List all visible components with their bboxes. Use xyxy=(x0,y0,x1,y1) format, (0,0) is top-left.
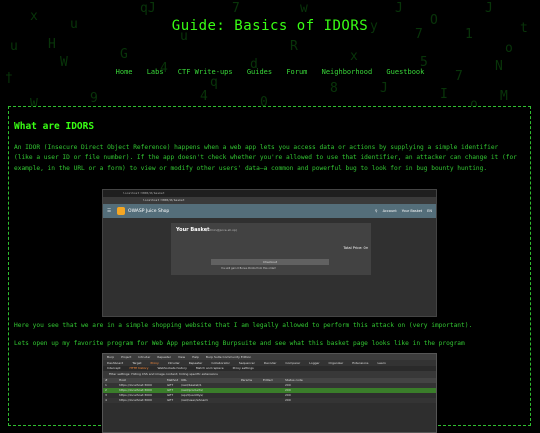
rain-glyph: 7 xyxy=(232,1,240,16)
nav-labs[interactable]: Labs xyxy=(147,68,164,76)
nav-ctf-write-ups[interactable]: CTF Write-ups xyxy=(178,68,233,76)
checkout-button: Checkout xyxy=(211,259,329,265)
rain-glyph: H xyxy=(48,37,56,52)
table-cell: GET xyxy=(167,398,174,402)
burp-menu-item: View xyxy=(177,355,186,359)
burp-menu-item: Project xyxy=(121,355,132,359)
burp-tab: Decoder xyxy=(263,361,277,365)
shop-paragraph: Here you see that we are in a simple sho… xyxy=(14,322,473,329)
juice-shop-body: Your Basket (admin@juice-sh.op) Total Pr… xyxy=(103,218,436,316)
rain-glyph: 8 xyxy=(330,81,338,96)
burp-menu-item: Intruder xyxy=(138,355,151,359)
burp-menu-item: Repeater xyxy=(157,355,172,359)
browser-tab: localhost:3000/#/basket xyxy=(103,190,436,197)
basket-user: (admin@juice-sh.op) xyxy=(206,228,238,232)
nav-home[interactable]: Home xyxy=(116,68,133,76)
burp-window-title: Burp Suite Community Edition xyxy=(205,355,252,359)
table-cell: 200 xyxy=(285,398,291,402)
burp-tab: Learn xyxy=(377,361,386,365)
table-cell: 4 xyxy=(105,398,107,402)
rain-glyph: I xyxy=(440,87,448,102)
juice-shop-logo xyxy=(117,207,126,215)
burp-tab: Dashboard xyxy=(107,361,124,365)
rain-glyph: M xyxy=(500,89,508,104)
basket-title: Your Basket xyxy=(176,227,210,233)
burp-paragraph: Lets open up my favorite program for Web… xyxy=(14,340,465,347)
nav-forum[interactable]: Forum xyxy=(286,68,307,76)
nav-guestbook[interactable]: Guestbook xyxy=(386,68,424,76)
basket-card: Your Basket (admin@juice-sh.op) Total Pr… xyxy=(171,223,371,275)
rain-glyph: x xyxy=(350,49,358,64)
bonus-note: You will gain 0 Bonus Points from this o… xyxy=(221,267,277,270)
juice-shop-screenshot: localhost:3000/#/basket localhost:3000/#… xyxy=(102,189,437,317)
burp-tab: Target xyxy=(132,361,142,365)
rain-glyph: 4 xyxy=(200,89,208,104)
burp-tab: Repeater xyxy=(188,361,203,365)
burp-tab: Sequencer xyxy=(238,361,255,365)
juice-shop-toolbar: ☰ OWASP Juice Shop ⚲ Account Your Basket… xyxy=(103,204,436,218)
burp-tab: Comparer xyxy=(285,361,301,365)
burp-tab: Intruder xyxy=(167,361,180,365)
toolbar-right: ⚲ Account Your Basket EN xyxy=(375,209,432,213)
table-cell xyxy=(241,398,263,403)
rain-glyph: qJ xyxy=(140,1,156,16)
menu-icon: ☰ xyxy=(107,208,112,214)
section-heading: What are IDORS xyxy=(14,121,95,132)
burp-subtab-active: HTTP history xyxy=(129,366,149,370)
rain-glyph: q xyxy=(210,75,218,90)
rain-glyph: o xyxy=(505,41,513,56)
account-label: Account xyxy=(382,209,397,213)
rain-glyph: J xyxy=(380,81,388,96)
burp-menu-item: Burp xyxy=(107,355,115,359)
burp-menu-item: Help xyxy=(192,355,199,359)
burpsuite-screenshot: Burp Project Intruder Repeater View Help… xyxy=(102,353,437,433)
table-cell: https://localhost:3000 xyxy=(119,398,152,402)
burp-subtab: WebSockets history xyxy=(157,366,187,370)
burp-tab-active: Proxy xyxy=(150,361,159,365)
browser-url: localhost:3000/#/basket xyxy=(103,197,436,204)
rain-glyph: J xyxy=(485,1,493,16)
app-name: OWASP Juice Shop xyxy=(128,208,170,214)
total-price: Total Price: 0¤ xyxy=(343,246,368,250)
page-title: Guide: Basics of IDORS xyxy=(171,18,369,34)
language-label: EN xyxy=(427,209,432,213)
rain-glyph: G xyxy=(120,47,128,62)
nav-guides[interactable]: Guides xyxy=(247,68,272,76)
table-cell: /rest/user/whoami xyxy=(181,398,209,402)
basket-label: Your Basket xyxy=(401,209,423,213)
table-cell xyxy=(263,398,285,403)
main-nav: Home Labs CTF Write-ups Guides Forum Nei… xyxy=(0,68,540,76)
nav-neighborhood[interactable]: Neighborhood xyxy=(322,68,373,76)
burp-tab: Extensions xyxy=(352,361,369,365)
intro-paragraph: An IDOR (Insecure Direct Object Referenc… xyxy=(14,144,517,172)
rain-glyph: R xyxy=(290,39,298,54)
burp-filter-bar: Filter settings: Hiding CSS and image co… xyxy=(103,371,436,378)
burp-subtab: Intercept xyxy=(107,366,121,370)
article-panel: What are IDORS An IDOR (Insecure Direct … xyxy=(8,106,531,433)
rain-glyph: 9 xyxy=(90,91,98,106)
table-row: 4 https://localhost:3000 GET /rest/user/… xyxy=(103,398,436,403)
rain-glyph: u xyxy=(10,39,18,54)
burp-tab: Collaborator xyxy=(211,361,230,365)
search-icon: ⚲ xyxy=(375,209,378,213)
burp-tab: Logger xyxy=(309,361,320,365)
rain-glyph: w xyxy=(300,1,308,16)
rain-glyph: J xyxy=(395,1,403,16)
burp-subtab: Match and replace xyxy=(195,366,224,370)
burp-tab: Organizer xyxy=(328,361,344,365)
burp-subtab: Proxy settings xyxy=(232,366,254,370)
